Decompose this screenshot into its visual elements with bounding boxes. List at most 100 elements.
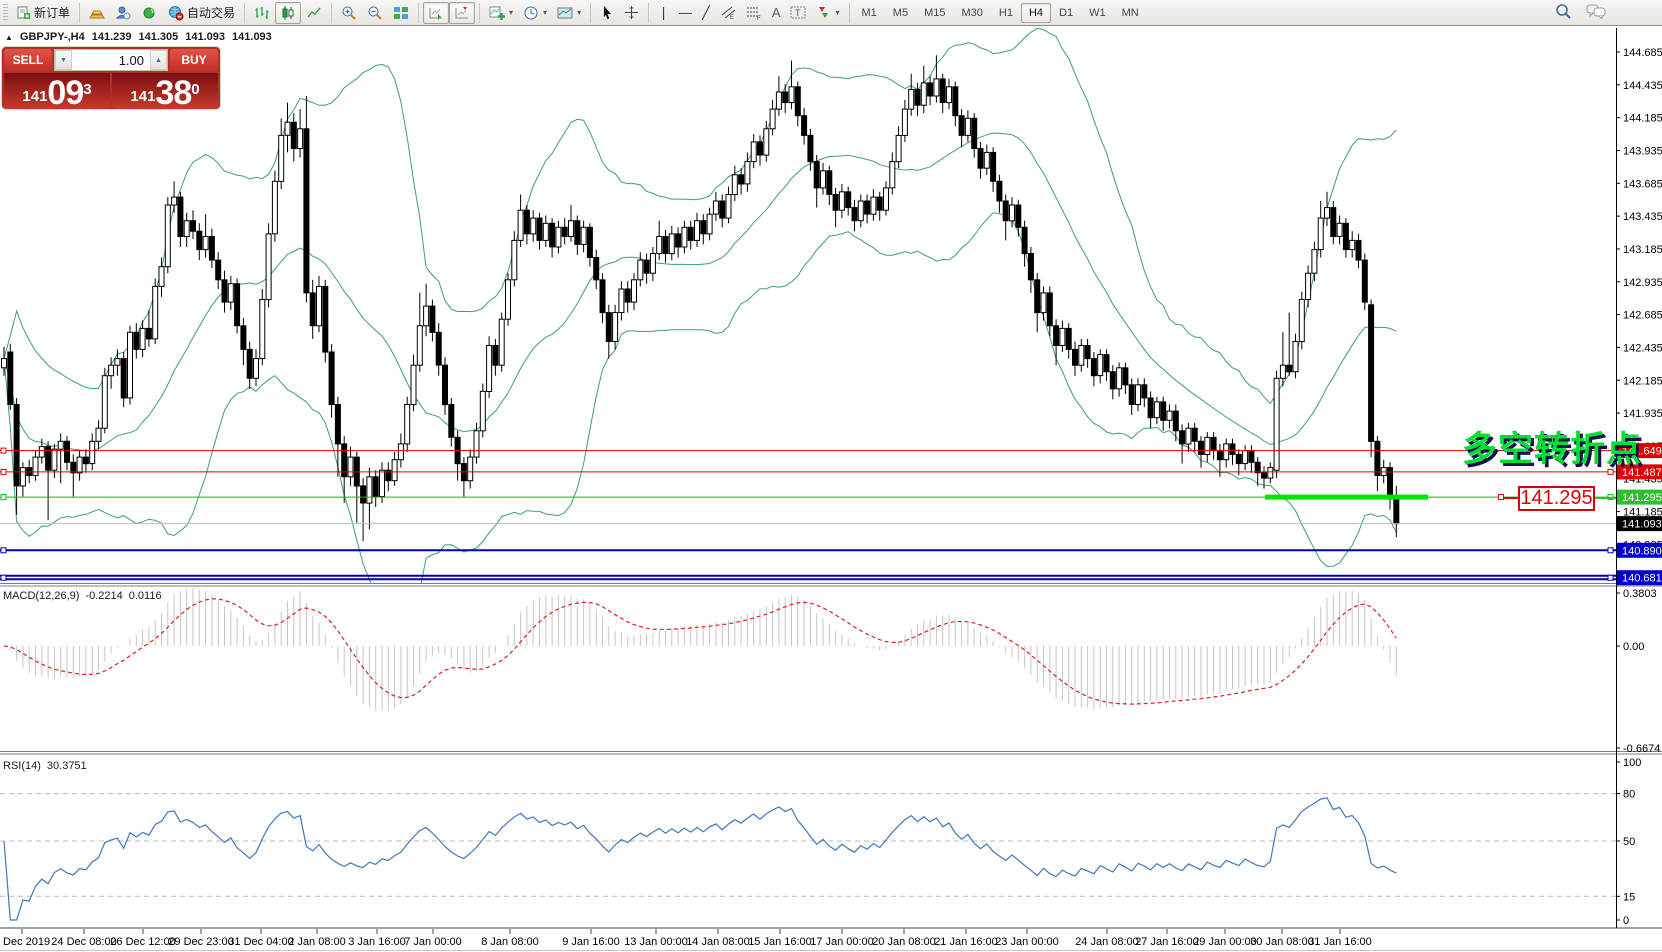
- rsi-scale-label: 100: [1623, 757, 1641, 769]
- callout-right-connector: [1595, 497, 1616, 499]
- horizontal-line-button[interactable]: —: [674, 2, 697, 24]
- signal-orb-icon: [141, 5, 157, 21]
- trendline-button[interactable]: ╱: [697, 2, 715, 24]
- time-tick-label: 7 Jan 00:00: [404, 936, 462, 948]
- text-icon: A: [772, 5, 781, 20]
- accounts-button[interactable]: [110, 2, 136, 24]
- chat-icon[interactable]: [1586, 3, 1606, 22]
- callout-left-connector: [1504, 497, 1518, 499]
- new-order-label: 新订单: [34, 4, 70, 21]
- svg-text:E: E: [730, 15, 734, 20]
- time-tick-label: 26 Dec 12:00: [110, 936, 175, 948]
- autotrade-button[interactable]: 自动交易: [162, 2, 240, 24]
- timeframe-group: M1M5M15M30H1H4D1W1MN: [854, 3, 1147, 23]
- time-tick-label: 29 Jan 00:00: [1193, 936, 1257, 948]
- price-tick-label: 143.435: [1623, 211, 1662, 223]
- buy-price[interactable]: 141380: [112, 73, 218, 109]
- channel-button[interactable]: E: [715, 2, 741, 24]
- cursor-button[interactable]: [595, 2, 619, 24]
- timeframe-M5[interactable]: M5: [885, 3, 916, 23]
- time-tick-label: 13 Jan 00:00: [624, 936, 688, 948]
- line-anchor[interactable]: [1608, 575, 1613, 580]
- zoom-out-button[interactable]: [362, 2, 388, 24]
- chart-annotation-text[interactable]: 多空转折点: [1462, 421, 1642, 472]
- price-tick-label: 143.185: [1623, 244, 1662, 256]
- volume-decrease-button[interactable]: ▼: [55, 50, 72, 70]
- price-tick-label: 141.935: [1623, 408, 1662, 420]
- timeframe-M1[interactable]: M1: [854, 3, 885, 23]
- svg-text:T: T: [795, 8, 801, 18]
- price-tick-label: 142.435: [1623, 342, 1662, 354]
- timeframe-D1[interactable]: D1: [1051, 3, 1081, 23]
- ohlc-open: 141.239: [92, 31, 132, 43]
- arrows-button[interactable]: ▾: [811, 2, 844, 24]
- line-anchor[interactable]: [1, 548, 6, 553]
- expert-advisor-button[interactable]: [136, 2, 162, 24]
- time-tick-label: 29 Dec 23:00: [168, 936, 233, 948]
- toolbar-grip[interactable]: [3, 4, 8, 22]
- volume-increase-button[interactable]: ▲: [150, 50, 167, 70]
- bar-chart-button[interactable]: [249, 2, 275, 24]
- timeframe-W1[interactable]: W1: [1081, 3, 1114, 23]
- volume-input[interactable]: 1.00: [72, 50, 150, 70]
- buy-button[interactable]: BUY: [170, 49, 218, 71]
- market-watch-button[interactable]: [84, 2, 110, 24]
- template-icon: [557, 5, 573, 21]
- line-chart-button[interactable]: [301, 2, 327, 24]
- gold-bar-icon: [89, 5, 105, 21]
- arrows-icon: [816, 5, 831, 20]
- timeframe-M15[interactable]: M15: [916, 3, 953, 23]
- candlestick-chart-button[interactable]: [275, 2, 301, 24]
- rsi-scale-label: 50: [1623, 836, 1635, 848]
- rsi-value: 30.3751: [47, 760, 87, 772]
- tile-windows-button[interactable]: [388, 2, 414, 24]
- callout-left-anchor[interactable]: [1498, 494, 1504, 500]
- timeframe-MN[interactable]: MN: [1114, 3, 1147, 23]
- line-anchor[interactable]: [1, 448, 6, 453]
- price-chart[interactable]: 144.685144.435144.185143.935143.685143.4…: [0, 27, 1662, 952]
- timeframe-H4[interactable]: H4: [1021, 3, 1051, 23]
- price-tick-label: 144.185: [1623, 113, 1662, 125]
- indicators-button[interactable]: ▾: [484, 2, 518, 24]
- periods-button[interactable]: ▾: [518, 2, 552, 24]
- sell-button[interactable]: SELL: [4, 49, 52, 71]
- price-tick-label: 144.435: [1623, 80, 1662, 92]
- crosshair-button[interactable]: [619, 2, 644, 24]
- cursor-icon: [600, 5, 614, 20]
- rsi-scale-label: 0: [1623, 915, 1629, 927]
- line-chart-icon: [306, 5, 322, 21]
- toolbar: 新订单 自动交易 ▾ ▾ ▾ ❘ — ╱ E F A T: [0, 0, 1662, 26]
- vertical-line-icon: ❘: [658, 5, 669, 21]
- vertical-line-button[interactable]: ❘: [653, 2, 674, 24]
- chart-shift-button[interactable]: [449, 2, 475, 24]
- clock-icon: [523, 5, 539, 21]
- new-order-button[interactable]: 新订单: [11, 2, 75, 24]
- time-tick-label: 9 Jan 16:00: [562, 936, 620, 948]
- timeframe-M30[interactable]: M30: [953, 3, 990, 23]
- ohlc-close: 141.093: [232, 31, 272, 43]
- chevron-down-icon: ▾: [577, 8, 581, 17]
- time-tick-label: 8 Jan 08:00: [481, 936, 539, 948]
- price-callout-label[interactable]: 141.295: [1518, 486, 1595, 511]
- autotrade-label: 自动交易: [187, 4, 235, 21]
- time-tick-label: 23 Jan 00:00: [995, 936, 1059, 948]
- line-anchor[interactable]: [1, 495, 6, 500]
- search-icon[interactable]: [1555, 3, 1572, 23]
- text-label-button[interactable]: T: [785, 2, 811, 24]
- zoom-in-button[interactable]: [336, 2, 362, 24]
- line-anchor[interactable]: [1, 469, 6, 474]
- symbol-name: GBPJPY-,H4: [20, 31, 85, 43]
- sell-price[interactable]: 141093: [4, 73, 110, 109]
- timeframe-H1[interactable]: H1: [991, 3, 1021, 23]
- time-tick-label: 24 Jan 08:00: [1075, 936, 1139, 948]
- collapse-triangle-icon[interactable]: ▲: [5, 33, 13, 42]
- trendline-highlight[interactable]: [1265, 495, 1428, 500]
- line-anchor[interactable]: [1608, 548, 1613, 553]
- text-button[interactable]: A: [767, 2, 786, 24]
- line-anchor[interactable]: [1, 575, 6, 580]
- templates-button[interactable]: ▾: [552, 2, 586, 24]
- time-tick-label: 30 Jan 08:00: [1250, 936, 1314, 948]
- fibonacci-button[interactable]: F: [741, 2, 767, 24]
- auto-scroll-button[interactable]: [423, 2, 449, 24]
- time-tick-label: 15 Jan 16:00: [748, 936, 812, 948]
